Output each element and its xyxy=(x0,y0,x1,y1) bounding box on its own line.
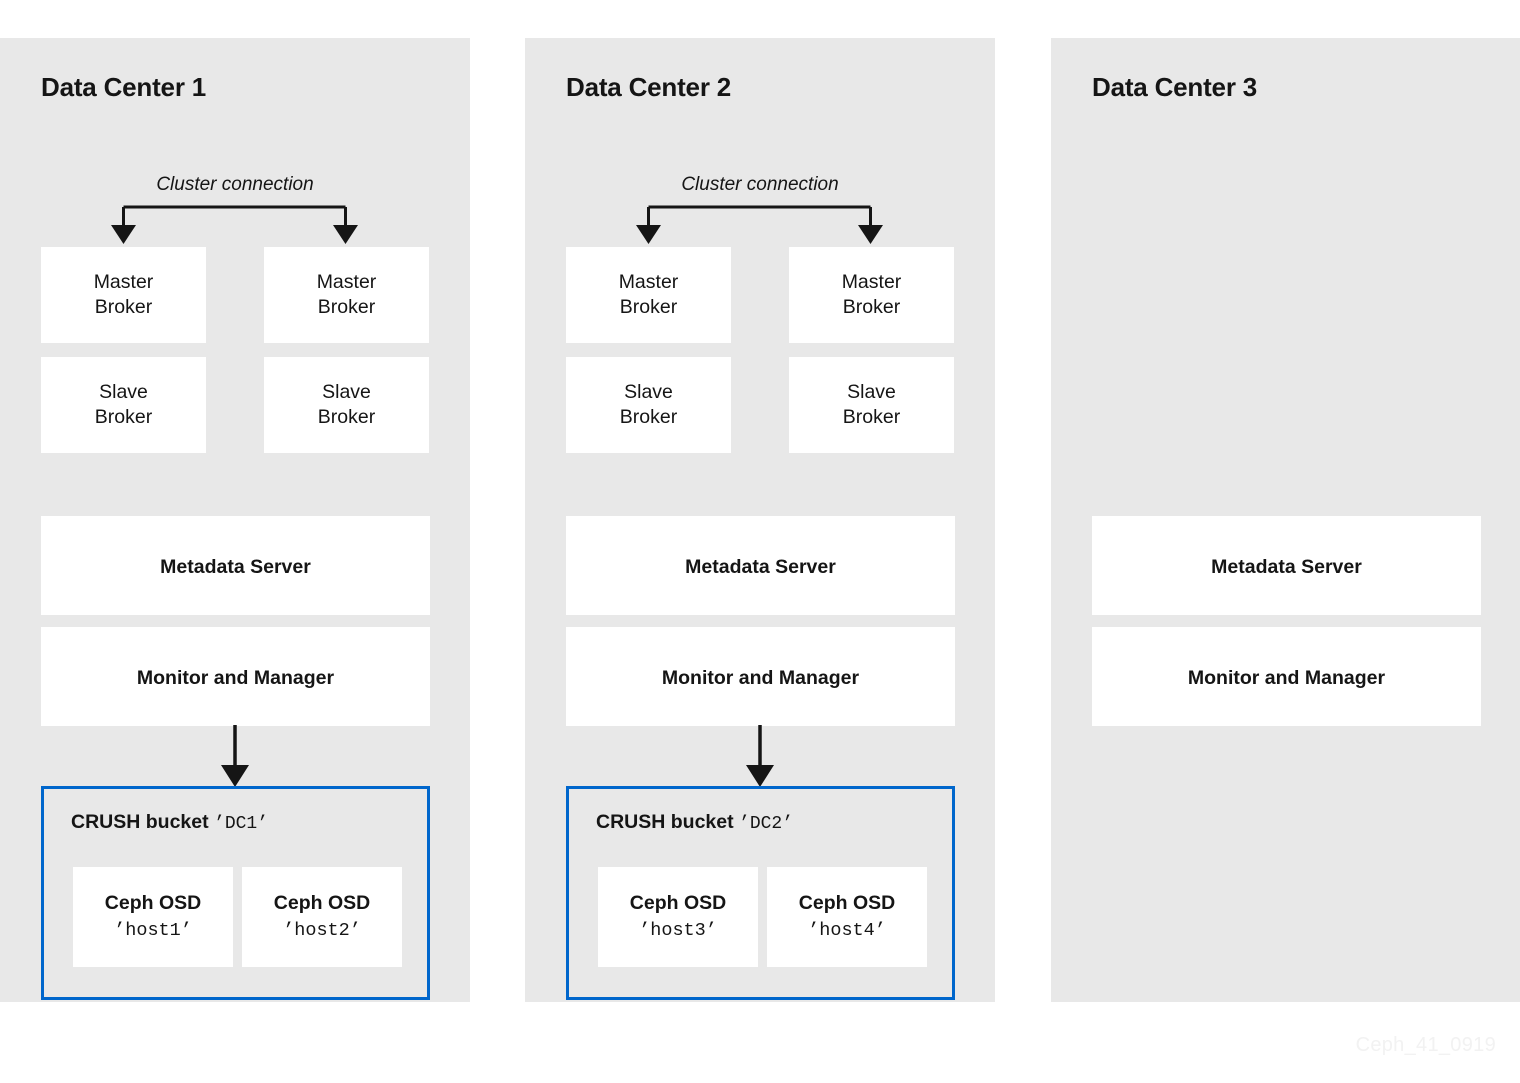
ceph-osd-box: Ceph OSD ’host4’ xyxy=(767,867,927,967)
metadata-server-box: Metadata Server xyxy=(566,516,955,615)
data-center-panel-2: Data Center 2 Cluster connection Master … xyxy=(525,38,995,1002)
ceph-osd-host: ’host2’ xyxy=(283,920,361,941)
broker-line-1: Slave xyxy=(99,381,148,403)
ceph-osd-host: ’host1’ xyxy=(114,920,192,941)
slave-broker-box: Slave Broker xyxy=(41,357,206,453)
master-broker-box: Master Broker xyxy=(264,247,429,343)
ceph-osd-name: Ceph OSD xyxy=(104,892,202,914)
ceph-osd-label: Ceph OSD ’host3’ xyxy=(598,890,758,944)
cluster-connection-label-1: Cluster connection xyxy=(156,174,314,195)
broker-line-2: Broker xyxy=(619,406,678,428)
master-broker-box: Master Broker xyxy=(566,247,731,343)
slave-broker-label: Slave Broker xyxy=(566,380,731,430)
crush-bucket-title: CRUSH bucket ’DC2’ xyxy=(596,811,793,834)
ceph-osd-name: Ceph OSD xyxy=(273,892,371,914)
slave-broker-label: Slave Broker xyxy=(264,380,429,430)
watermark-label: Ceph_41_0919 xyxy=(1355,1034,1496,1056)
broker-line-2: Broker xyxy=(94,406,153,428)
broker-line-2: Broker xyxy=(317,406,376,428)
data-center-3-title: Data Center 3 xyxy=(1092,72,1258,102)
slave-broker-box: Slave Broker xyxy=(789,357,954,453)
ceph-osd-label: Ceph OSD ’host1’ xyxy=(73,890,233,944)
ceph-osd-name: Ceph OSD xyxy=(629,892,727,914)
crush-bucket-dc2: CRUSH bucket ’DC2’ Ceph OSD ’host3’ Ceph… xyxy=(566,786,955,1000)
broker-line-1: Master xyxy=(316,271,377,293)
slave-broker-label: Slave Broker xyxy=(789,380,954,430)
slave-broker-label: Slave Broker xyxy=(41,380,206,430)
master-broker-label: Master Broker xyxy=(566,270,731,320)
data-center-panel-3: Data Center 3 Metadata Server Monitor an… xyxy=(1051,38,1520,1002)
broker-line-1: Slave xyxy=(847,381,896,403)
broker-line-1: Master xyxy=(93,271,154,293)
slave-broker-box: Slave Broker xyxy=(566,357,731,453)
master-broker-label: Master Broker xyxy=(41,270,206,320)
monitor-to-crush-arrow xyxy=(221,725,249,787)
ceph-osd-name: Ceph OSD xyxy=(798,892,896,914)
metadata-server-label: Metadata Server xyxy=(1211,556,1362,578)
ceph-osd-label: Ceph OSD ’host2’ xyxy=(242,890,402,944)
cluster-connection-label-2: Cluster connection xyxy=(681,174,839,195)
diagram-canvas: Data Center 1 Cluster connection Master … xyxy=(0,0,1520,1083)
metadata-server-label: Metadata Server xyxy=(685,556,836,578)
crush-bucket-label: CRUSH bucket xyxy=(71,811,209,833)
crush-bucket-name: ’DC1’ xyxy=(214,814,269,834)
metadata-server-label: Metadata Server xyxy=(160,556,311,578)
monitor-to-crush-arrow xyxy=(746,725,774,787)
broker-line-2: Broker xyxy=(619,296,678,318)
crush-bucket-title: CRUSH bucket ’DC1’ xyxy=(71,811,268,834)
data-center-panel-1: Data Center 1 Cluster connection Master … xyxy=(0,38,470,1002)
broker-line-2: Broker xyxy=(842,296,901,318)
broker-line-1: Slave xyxy=(624,381,673,403)
slave-broker-box: Slave Broker xyxy=(264,357,429,453)
monitor-and-manager-box: Monitor and Manager xyxy=(566,627,955,726)
broker-line-1: Master xyxy=(841,271,902,293)
broker-line-2: Broker xyxy=(842,406,901,428)
master-broker-box: Master Broker xyxy=(789,247,954,343)
ceph-osd-label: Ceph OSD ’host4’ xyxy=(767,890,927,944)
data-center-1-title: Data Center 1 xyxy=(41,72,207,102)
broker-line-2: Broker xyxy=(94,296,153,318)
ceph-osd-box: Ceph OSD ’host3’ xyxy=(598,867,758,967)
monitor-and-manager-label: Monitor and Manager xyxy=(136,667,335,689)
broker-line-1: Slave xyxy=(322,381,371,403)
metadata-server-box: Metadata Server xyxy=(1092,516,1481,615)
ceph-osd-host: ’host4’ xyxy=(808,920,886,941)
master-broker-box: Master Broker xyxy=(41,247,206,343)
metadata-server-box: Metadata Server xyxy=(41,516,430,615)
crush-bucket-dc1: CRUSH bucket ’DC1’ Ceph OSD ’host1’ Ceph… xyxy=(41,786,430,1000)
monitor-and-manager-box: Monitor and Manager xyxy=(1092,627,1481,726)
master-broker-label: Master Broker xyxy=(789,270,954,320)
ceph-osd-box: Ceph OSD ’host1’ xyxy=(73,867,233,967)
master-broker-label: Master Broker xyxy=(264,270,429,320)
ceph-osd-host: ’host3’ xyxy=(639,920,717,941)
data-center-2-title: Data Center 2 xyxy=(566,72,732,102)
crush-bucket-name: ’DC2’ xyxy=(739,814,794,834)
cluster-connection-arrows-1 xyxy=(111,205,358,244)
monitor-and-manager-label: Monitor and Manager xyxy=(1187,667,1386,689)
broker-line-1: Master xyxy=(618,271,679,293)
ceph-osd-box: Ceph OSD ’host2’ xyxy=(242,867,402,967)
cluster-connection-arrows-2 xyxy=(636,205,883,244)
monitor-and-manager-label: Monitor and Manager xyxy=(661,667,860,689)
broker-line-2: Broker xyxy=(317,296,376,318)
monitor-and-manager-box: Monitor and Manager xyxy=(41,627,430,726)
crush-bucket-label: CRUSH bucket xyxy=(596,811,734,833)
